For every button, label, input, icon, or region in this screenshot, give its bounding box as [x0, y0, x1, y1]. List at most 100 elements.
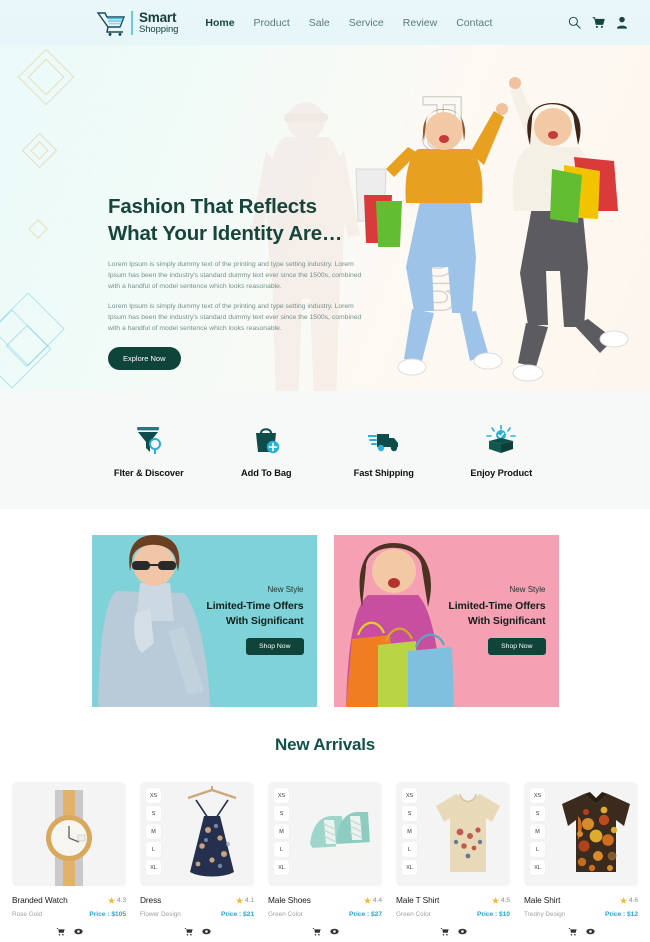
nav-link-review[interactable]: Review — [403, 17, 437, 29]
nav-link-service[interactable]: Service — [349, 17, 384, 29]
hero-title-line-2: What Your Identity Are… — [108, 222, 343, 246]
logo-line-1: Smart — [139, 9, 177, 25]
add-to-cart-icon[interactable] — [55, 927, 65, 936]
filter-search-icon — [90, 422, 208, 458]
man-in-denim-jacket-photo — [97, 535, 210, 707]
promo-banners: New Style Limited-Time Offers With Signi… — [0, 509, 650, 707]
hero-copy: Fashion That Reflects What Your Identity… — [108, 193, 378, 371]
hero-title: Fashion That Reflects What Your Identity… — [108, 193, 378, 247]
woman-with-shopping-bags-photo — [345, 543, 454, 707]
site-logo[interactable]: Smart Shopping — [96, 9, 178, 37]
product-header: Male T Shirt 4.5 — [396, 895, 510, 905]
size-selector: XS S M L XL — [146, 788, 161, 875]
product-image[interactable]: XS S M L XL — [524, 782, 638, 886]
nav-link-home[interactable]: Home — [205, 17, 234, 29]
promo-banner-womens[interactable]: New Style Limited-Time Offers With Signi… — [333, 535, 559, 707]
feature-label: Enjoy Product — [470, 468, 533, 478]
product-price: Price : $105 — [89, 911, 126, 918]
size-option-s[interactable]: S — [530, 806, 545, 821]
nav-link-contact[interactable]: Contact — [456, 17, 492, 29]
promo-text: New Style Limited-Time Offers With Signi… — [206, 585, 304, 656]
product-name: Male T Shirt — [396, 895, 440, 905]
product-price: Price : $12 — [605, 911, 638, 918]
rating-value: 4.4 — [372, 896, 382, 904]
size-option-xs[interactable]: XS — [402, 788, 417, 803]
size-option-m[interactable]: M — [146, 824, 161, 839]
size-option-xl[interactable]: XL — [402, 860, 417, 875]
product-grid: Branded Watch 4.3 Rose Gold Price : $105… — [0, 782, 650, 936]
product-actions — [140, 927, 254, 936]
add-to-cart-icon[interactable] — [183, 927, 193, 936]
shopping-cart-logo-icon — [96, 9, 126, 37]
quick-view-icon[interactable] — [329, 927, 339, 936]
dress-image — [187, 786, 237, 877]
product-subtitle: Flower Design — [140, 911, 181, 918]
add-to-cart-icon[interactable] — [439, 927, 449, 936]
size-option-xl[interactable]: XL — [274, 860, 289, 875]
size-selector: XS S M L XL — [274, 788, 289, 875]
product-actions — [12, 927, 126, 936]
quick-view-icon[interactable] — [201, 927, 211, 936]
product-subtitle: Rose Gold — [12, 911, 43, 918]
star-icon — [619, 896, 627, 904]
size-option-l[interactable]: L — [402, 842, 417, 857]
size-option-l[interactable]: L — [274, 842, 289, 857]
product-price: Price : $21 — [221, 911, 254, 918]
star-icon — [363, 896, 371, 904]
nav-link-product[interactable]: Product — [254, 17, 290, 29]
quick-view-icon[interactable] — [585, 927, 595, 936]
size-option-m[interactable]: M — [274, 824, 289, 839]
woman-left — [355, 103, 508, 376]
product-card[interactable]: XS S M L XL — [140, 782, 254, 936]
quick-view-icon[interactable] — [457, 927, 467, 936]
promo-banner-mens[interactable]: New Style Limited-Time Offers With Signi… — [91, 535, 317, 707]
feature-fast-shipping[interactable]: Fast Shipping — [325, 422, 443, 478]
add-to-cart-icon[interactable] — [567, 927, 577, 936]
star-icon — [235, 896, 243, 904]
quick-view-icon[interactable] — [73, 927, 83, 936]
size-option-s[interactable]: S — [274, 806, 289, 821]
feature-filter-discover[interactable]: FIter & Discover — [90, 422, 208, 478]
explore-now-button[interactable]: Explore Now — [108, 347, 181, 371]
size-option-m[interactable]: M — [530, 824, 545, 839]
feature-label: FIter & Discover — [113, 468, 184, 478]
size-option-xs[interactable]: XS — [146, 788, 161, 803]
promo-headline: Limited-Time Offers With Significant — [448, 599, 545, 629]
feature-add-to-bag[interactable]: Add To Bag — [208, 422, 326, 478]
size-option-l[interactable]: L — [146, 842, 161, 857]
top-navbar: Smart Shopping Home Product Sale Service… — [0, 0, 650, 45]
product-image[interactable]: XS S M L XL — [140, 782, 254, 886]
shop-now-button[interactable]: Shop Now — [488, 638, 546, 656]
product-price: Price : $10 — [477, 911, 510, 918]
size-option-xl[interactable]: XL — [530, 860, 545, 875]
product-card[interactable]: XS S M L XL — [396, 782, 510, 936]
feature-enjoy-product[interactable]: Enjoy Product — [443, 422, 561, 478]
feature-label: Fast Shipping — [353, 468, 414, 478]
product-rating: 4.4 — [363, 896, 382, 904]
size-option-m[interactable]: M — [402, 824, 417, 839]
product-actions — [524, 927, 638, 936]
product-image[interactable]: XS S M L XL — [396, 782, 510, 886]
product-image[interactable] — [12, 782, 126, 886]
search-icon[interactable] — [568, 16, 581, 29]
product-image[interactable]: XS S M L XL — [268, 782, 382, 886]
rating-value: 4.5 — [500, 896, 510, 904]
product-name: Male Shoes — [268, 895, 311, 905]
nav-link-sale[interactable]: Sale — [309, 17, 330, 29]
product-meta: Rose Gold Price : $105 — [12, 911, 126, 918]
size-selector: XS S M L XL — [530, 788, 545, 875]
product-card[interactable]: XS S M L XL — [524, 782, 638, 936]
user-icon[interactable] — [616, 16, 628, 29]
size-option-s[interactable]: S — [402, 806, 417, 821]
shop-now-button[interactable]: Shop Now — [246, 638, 304, 656]
size-option-l[interactable]: L — [530, 842, 545, 857]
size-option-xl[interactable]: XL — [146, 860, 161, 875]
product-card[interactable]: Branded Watch 4.3 Rose Gold Price : $105 — [12, 782, 126, 936]
product-card[interactable]: XS S M L XL Male Shoes 4.4 Green Color P… — [268, 782, 382, 936]
cart-icon[interactable] — [592, 16, 605, 29]
size-option-s[interactable]: S — [146, 806, 161, 821]
logo-wordmark: Smart Shopping — [131, 9, 178, 35]
add-to-cart-icon[interactable] — [311, 927, 321, 936]
size-option-xs[interactable]: XS — [530, 788, 545, 803]
size-option-xs[interactable]: XS — [274, 788, 289, 803]
